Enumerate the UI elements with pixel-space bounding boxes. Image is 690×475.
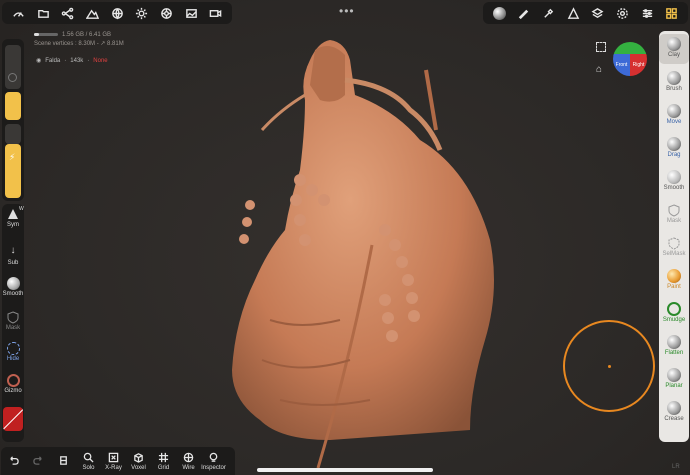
tool-planar[interactable]: Planar — [659, 368, 689, 389]
cube-right-face[interactable]: Right — [630, 54, 647, 76]
brush-cursor — [563, 320, 655, 412]
clip-button[interactable] — [51, 447, 76, 475]
brush-radius-slider[interactable] — [5, 45, 21, 89]
gear-wheel-icon[interactable] — [154, 2, 179, 24]
sym-flag: W — [19, 206, 24, 212]
scene-info: 1.56 GB / 6.41 GB Scene vertices : 8.30M… — [34, 31, 124, 48]
crease-ball-icon — [667, 401, 681, 415]
matcap-icon[interactable] — [487, 2, 512, 24]
scene-graph-icon[interactable] — [55, 2, 80, 24]
triangle-icon[interactable] — [561, 2, 586, 24]
tool-paint[interactable]: Paint — [659, 269, 689, 290]
sun-icon[interactable] — [129, 2, 154, 24]
wire-icon — [183, 452, 194, 462]
clip-icon — [60, 455, 67, 465]
move-ball-icon — [667, 104, 681, 118]
layers-icon[interactable] — [586, 2, 611, 24]
image-icon[interactable] — [179, 2, 204, 24]
mask-left-button[interactable]: Mask — [2, 310, 24, 331]
voxel-icon — [134, 452, 143, 463]
clay-ball-icon — [667, 37, 681, 51]
fullscreen-icon[interactable] — [596, 42, 606, 52]
memory-bar — [34, 32, 58, 36]
tool-clay[interactable]: Clay — [659, 34, 689, 64]
tool-flatten[interactable]: Flatten — [659, 335, 689, 356]
grid-icon[interactable] — [659, 2, 684, 24]
eyedropper-icon[interactable] — [536, 2, 561, 24]
tool-palette: Clay Brush Move Drag Smooth Mask SelMask… — [659, 31, 689, 442]
top-left-toolbar — [2, 2, 232, 24]
redo-icon — [33, 455, 42, 465]
mountain-icon[interactable] — [80, 2, 105, 24]
dashboard-icon[interactable] — [6, 2, 31, 24]
sliders-icon[interactable] — [635, 2, 660, 24]
inspector-icon — [209, 452, 218, 462]
cube-front-face[interactable]: Front — [613, 54, 630, 76]
object-info[interactable]: ◉ Falda · 143k · None — [36, 57, 108, 65]
brush-ball-icon — [667, 71, 681, 85]
home-indicator[interactable] — [257, 468, 433, 472]
mask-shield-icon — [7, 311, 19, 324]
undo-icon — [10, 455, 19, 465]
video-icon[interactable] — [203, 2, 228, 24]
grid-button[interactable]: Grid — [151, 447, 176, 475]
grid-toggle-icon — [158, 452, 169, 462]
corner-label: LR — [672, 464, 680, 470]
gizmo-icon — [6, 374, 20, 387]
undo-button[interactable] — [1, 447, 26, 475]
top-right-toolbar — [483, 2, 688, 24]
gizmo-button[interactable]: Gizmo — [2, 374, 24, 394]
smudge-icon — [667, 302, 681, 316]
view-cube[interactable]: Front Right — [613, 42, 647, 76]
redo-button[interactable] — [26, 447, 51, 475]
tool-mask[interactable]: Mask — [659, 203, 689, 224]
slider-handle-icon[interactable] — [8, 73, 17, 82]
settings-icon[interactable] — [610, 2, 635, 24]
solo-button[interactable]: Solo — [76, 447, 101, 475]
scene-vertices: Scene vertices : 8.30M - ↗ 8.81M — [34, 40, 124, 47]
memory-text: 1.56 GB / 6.41 GB — [62, 32, 112, 38]
tool-smudge[interactable]: Smudge — [659, 302, 689, 323]
tool-drag[interactable]: Drag — [659, 137, 689, 158]
top-toolbar: ••• — [0, 0, 690, 26]
voxel-button[interactable]: Voxel — [126, 447, 151, 475]
selmask-icon — [668, 237, 680, 250]
home-icon[interactable]: ⌂ — [596, 64, 602, 75]
flatten-ball-icon — [667, 335, 681, 349]
folder-icon[interactable] — [31, 2, 56, 24]
planar-ball-icon — [667, 368, 681, 382]
inspector-button[interactable]: Inspector — [201, 447, 226, 475]
tool-move[interactable]: Move — [659, 104, 689, 125]
tool-brush[interactable]: Brush — [659, 71, 689, 92]
search-icon — [83, 452, 94, 463]
xray-button[interactable]: X-Ray — [101, 447, 126, 475]
object-tag: None — [93, 57, 108, 64]
brush-radius-fill[interactable] — [5, 92, 21, 120]
mask-icon — [668, 204, 680, 217]
smooth-ball-icon — [667, 170, 681, 184]
object-name: Falda — [45, 57, 61, 64]
down-arrow-icon: ↓ — [10, 245, 16, 256]
object-count: 143k — [70, 57, 84, 64]
hide-icon — [6, 342, 20, 355]
object-icon: ◉ — [36, 58, 42, 64]
pressure-icon[interactable]: ⚡ — [9, 152, 15, 163]
wire-button[interactable]: Wire — [176, 447, 201, 475]
drag-ball-icon — [667, 137, 681, 151]
more-dots-icon[interactable]: ••• — [339, 4, 355, 18]
symmetry-icon — [8, 209, 18, 219]
brush-pen-icon[interactable] — [512, 2, 537, 24]
tool-selmask[interactable]: SelMask — [659, 236, 689, 257]
paint-ball-icon — [667, 269, 681, 283]
brush-intensity-slider[interactable] — [5, 124, 21, 144]
xray-icon — [108, 452, 119, 462]
tool-crease[interactable]: Crease — [659, 401, 689, 422]
tool-smooth[interactable]: Smooth — [659, 170, 689, 191]
color-swatch[interactable] — [3, 407, 23, 431]
sub-button[interactable]: ↓ Sub — [2, 245, 24, 266]
smooth-left-button[interactable]: Smooth — [2, 277, 24, 297]
hide-button[interactable]: Hide — [2, 342, 24, 362]
smooth-ball-icon — [6, 277, 20, 290]
globe-icon[interactable] — [105, 2, 130, 24]
